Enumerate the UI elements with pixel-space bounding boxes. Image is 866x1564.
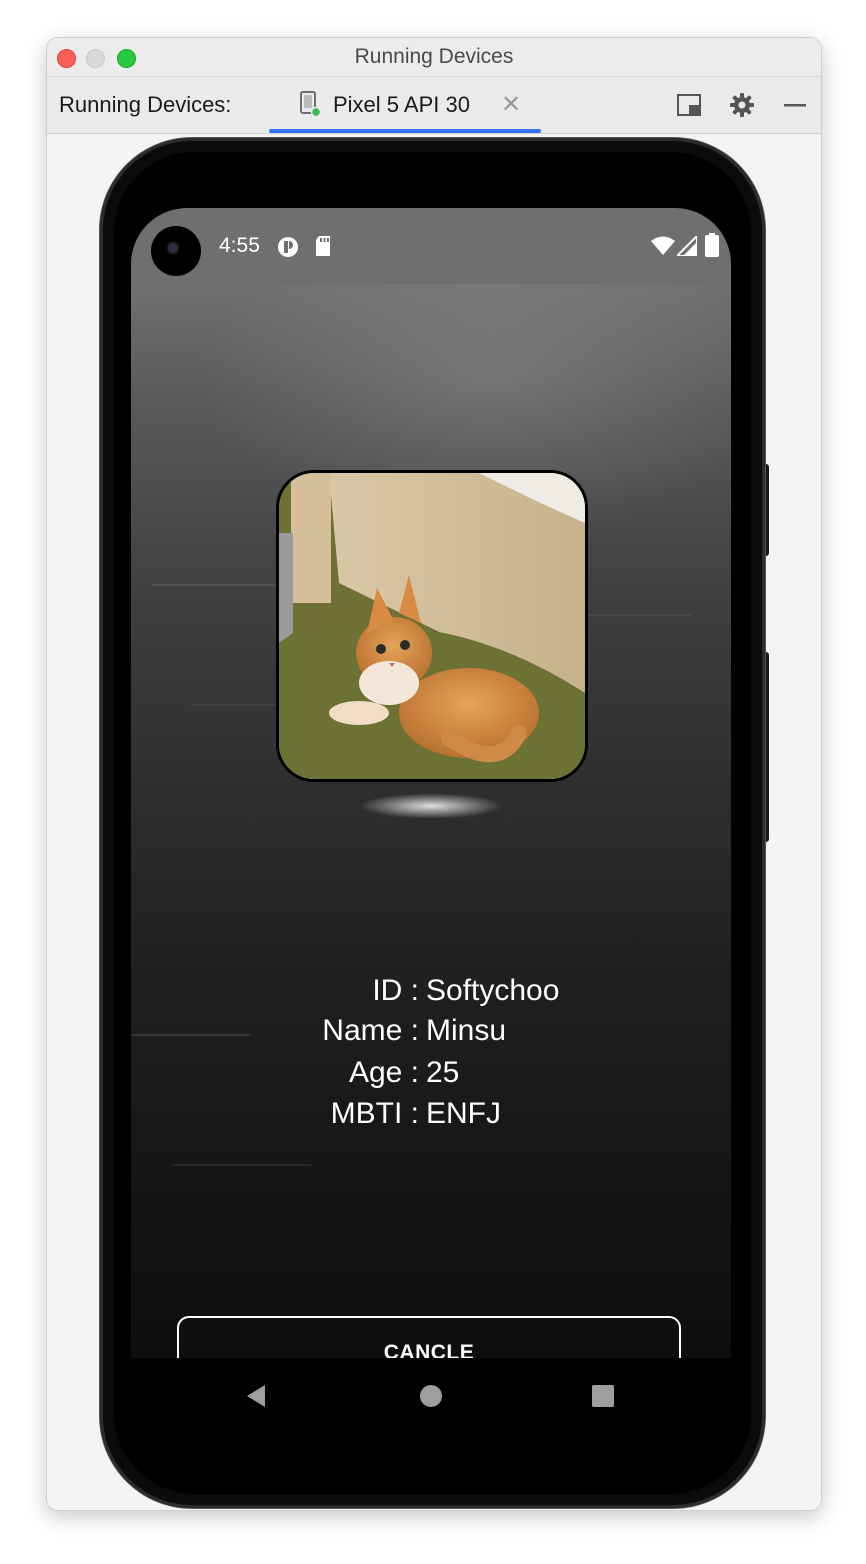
active-tab-indicator xyxy=(269,129,541,133)
profile-key: ID : xyxy=(372,974,419,1007)
status-bar: 4:55 xyxy=(131,208,731,284)
cellular-icon xyxy=(677,236,697,256)
back-icon[interactable] xyxy=(243,1382,271,1410)
profile-value: ENFJ xyxy=(426,1097,501,1130)
kitten-photo xyxy=(276,470,588,782)
device-view: 4:55 ID: Softychoo Name: Minsu Age: 2… xyxy=(47,134,821,1510)
camera-cutout xyxy=(151,226,201,276)
profile-row-id: ID : Softychoo xyxy=(131,974,731,1014)
profile-screen: ID : Softychoo Name : Minsu Age : 25 MBT… xyxy=(131,284,731,1434)
profile-key: Age : xyxy=(348,1056,419,1089)
phone-screen[interactable]: 4:55 ID: Softychoo Name: Minsu Age: 2… xyxy=(131,208,731,1434)
wifi-icon xyxy=(651,236,675,255)
battery-icon xyxy=(705,233,719,257)
profile-row-mbti: MBTI : ENFJ xyxy=(131,1097,731,1137)
profile-row-age: Age : 25 xyxy=(131,1056,731,1096)
title-bar: Running Devices xyxy=(47,38,821,77)
profile-row-name: Name : Minsu xyxy=(131,1014,731,1054)
kitten-image xyxy=(279,473,585,779)
device-icon xyxy=(300,91,321,117)
profile-value: 25 xyxy=(426,1056,460,1089)
device-toolbar: Running Devices: Pixel 5 API 30 ✕ xyxy=(47,77,821,134)
minimize-panel-icon[interactable] xyxy=(781,91,809,119)
layout-icon[interactable] xyxy=(675,91,703,119)
running-devices-window: Running Devices Running Devices: Pixel 5… xyxy=(46,37,822,1511)
gear-icon[interactable] xyxy=(728,91,756,119)
profile-key: Name : xyxy=(322,1014,419,1047)
home-icon[interactable] xyxy=(417,1382,445,1410)
sd-card-icon xyxy=(316,236,330,256)
tab-pixel-5-api-30[interactable]: Pixel 5 API 30 ✕ xyxy=(269,77,541,133)
running-devices-label: Running Devices: xyxy=(59,92,232,117)
recents-icon[interactable] xyxy=(589,1382,617,1410)
navigation-bar xyxy=(131,1358,731,1434)
wave-crest xyxy=(341,784,521,824)
window-title: Running Devices xyxy=(354,45,514,68)
status-time: 4:55 xyxy=(219,234,260,257)
profile-value: Minsu xyxy=(426,1014,507,1047)
close-tab-icon[interactable]: ✕ xyxy=(501,90,521,119)
profile-value: Softychoo xyxy=(426,974,560,1007)
tab-label: Pixel 5 API 30 xyxy=(333,92,470,117)
notification-icon xyxy=(278,237,298,257)
profile-key: MBTI : xyxy=(330,1097,419,1130)
